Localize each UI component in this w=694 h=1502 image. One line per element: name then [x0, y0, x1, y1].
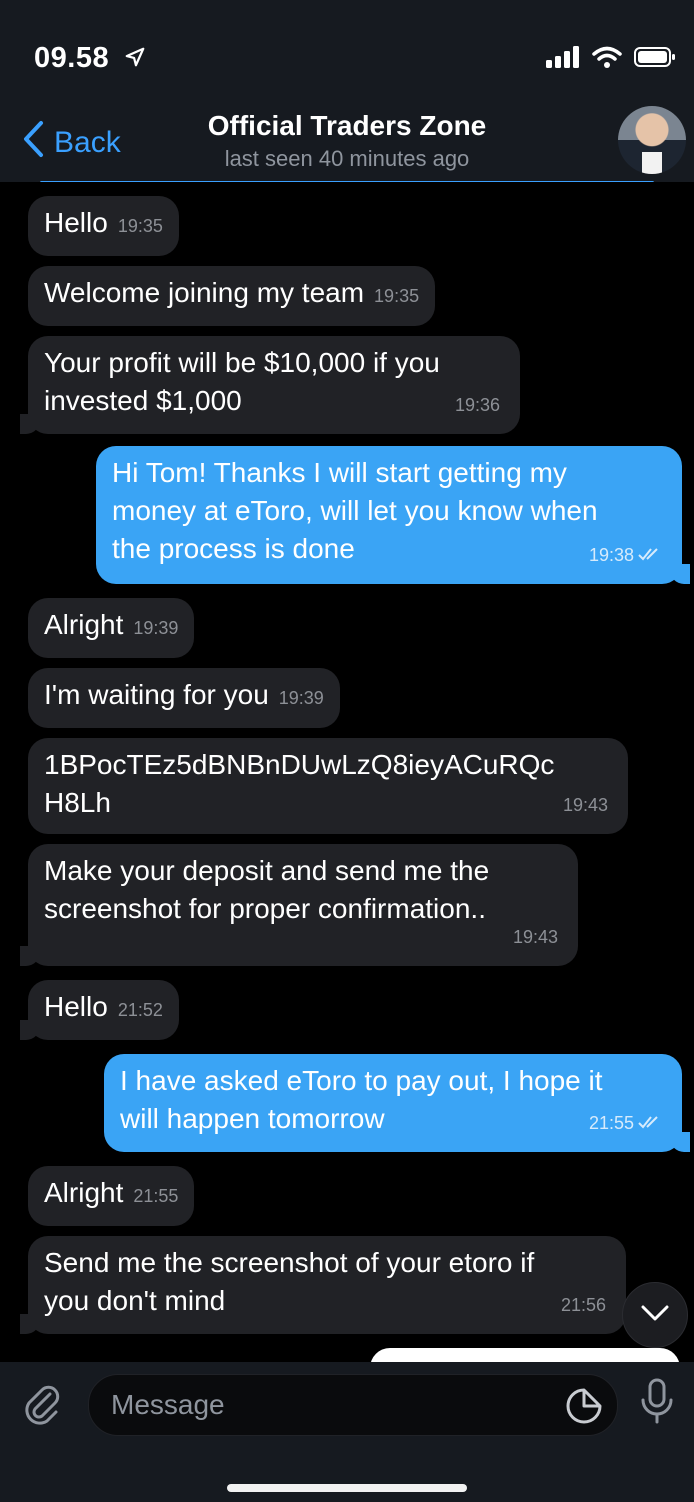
- read-check-icon: [638, 1104, 662, 1142]
- message-bubble[interactable]: Send me the screenshot of your etoro if …: [20, 1236, 626, 1334]
- avatar[interactable]: [618, 106, 686, 174]
- scroll-to-bottom-button[interactable]: [622, 1282, 688, 1348]
- message-time: 19:35: [374, 286, 420, 306]
- message-bubble-outgoing[interactable]: I have asked eToro to pay out, I hope it…: [104, 1054, 690, 1152]
- message-time: 21:55: [589, 1104, 662, 1142]
- status-time: 09.58: [34, 42, 146, 76]
- chat-title: Official Traders Zone: [207, 110, 487, 141]
- message-list[interactable]: Hello 19:35 Welcome joining my team 19:35 …: [0, 182, 694, 1362]
- message-input-box[interactable]: [88, 1374, 618, 1436]
- chat-header: Back Official Traders Zone last seen 40 …: [0, 100, 694, 184]
- sticker-icon[interactable]: [565, 1387, 603, 1430]
- chat-title-block[interactable]: Official Traders Zone last seen 40 minut…: [0, 110, 694, 172]
- message-time: 19:43: [562, 795, 608, 815]
- location-arrow-icon: [124, 43, 146, 76]
- message-time: 21:56: [560, 1295, 606, 1315]
- message-time: 19:39: [278, 688, 324, 708]
- last-seen-status: last seen 40 minutes ago: [224, 146, 470, 171]
- message-bubble[interactable]: I'm waiting for you 19:39: [28, 668, 340, 728]
- message-time: 21:55: [133, 1186, 179, 1206]
- message-bubble[interactable]: Welcome joining my team 19:35: [28, 266, 436, 326]
- message-time: 19:39: [133, 618, 179, 638]
- message-bubble[interactable]: Alright 19:39: [28, 598, 195, 658]
- message-time: 19:38: [589, 536, 662, 574]
- wifi-icon: [592, 46, 622, 73]
- battery-icon: [634, 46, 676, 73]
- message-time: 19:35: [117, 216, 163, 236]
- microphone-icon[interactable]: [640, 1378, 674, 1431]
- message-bubble[interactable]: Your profit will be $10,000 if you inves…: [20, 336, 520, 434]
- message-bubble[interactable]: 1BPocTEz5dBNBnDUwLzQ8ieyACuRQc H8Lh 19:4…: [28, 738, 628, 834]
- message-composer: [0, 1362, 694, 1502]
- message-time: 21:52: [117, 1000, 163, 1020]
- message-bubble[interactable]: Alright 21:55: [28, 1166, 195, 1226]
- message-bubble[interactable]: Hello 21:52: [20, 980, 179, 1040]
- message-time: 19:43: [512, 927, 558, 947]
- status-icons: [546, 46, 676, 73]
- home-indicator[interactable]: [227, 1484, 467, 1492]
- message-time: 19:36: [454, 395, 500, 415]
- paperclip-icon[interactable]: [20, 1382, 64, 1431]
- message-bubble-outgoing[interactable]: Hi Tom! Thanks I will start getting my m…: [96, 446, 690, 584]
- message-bubble[interactable]: Hello 19:35: [28, 196, 179, 256]
- message-input[interactable]: [89, 1388, 617, 1422]
- signal-icon: [546, 46, 580, 73]
- read-check-icon: [638, 536, 662, 574]
- chevron-down-icon: [641, 1305, 669, 1326]
- status-bar: 09.58: [0, 0, 694, 100]
- message-bubble[interactable]: Make your deposit and send me the screen…: [20, 844, 578, 966]
